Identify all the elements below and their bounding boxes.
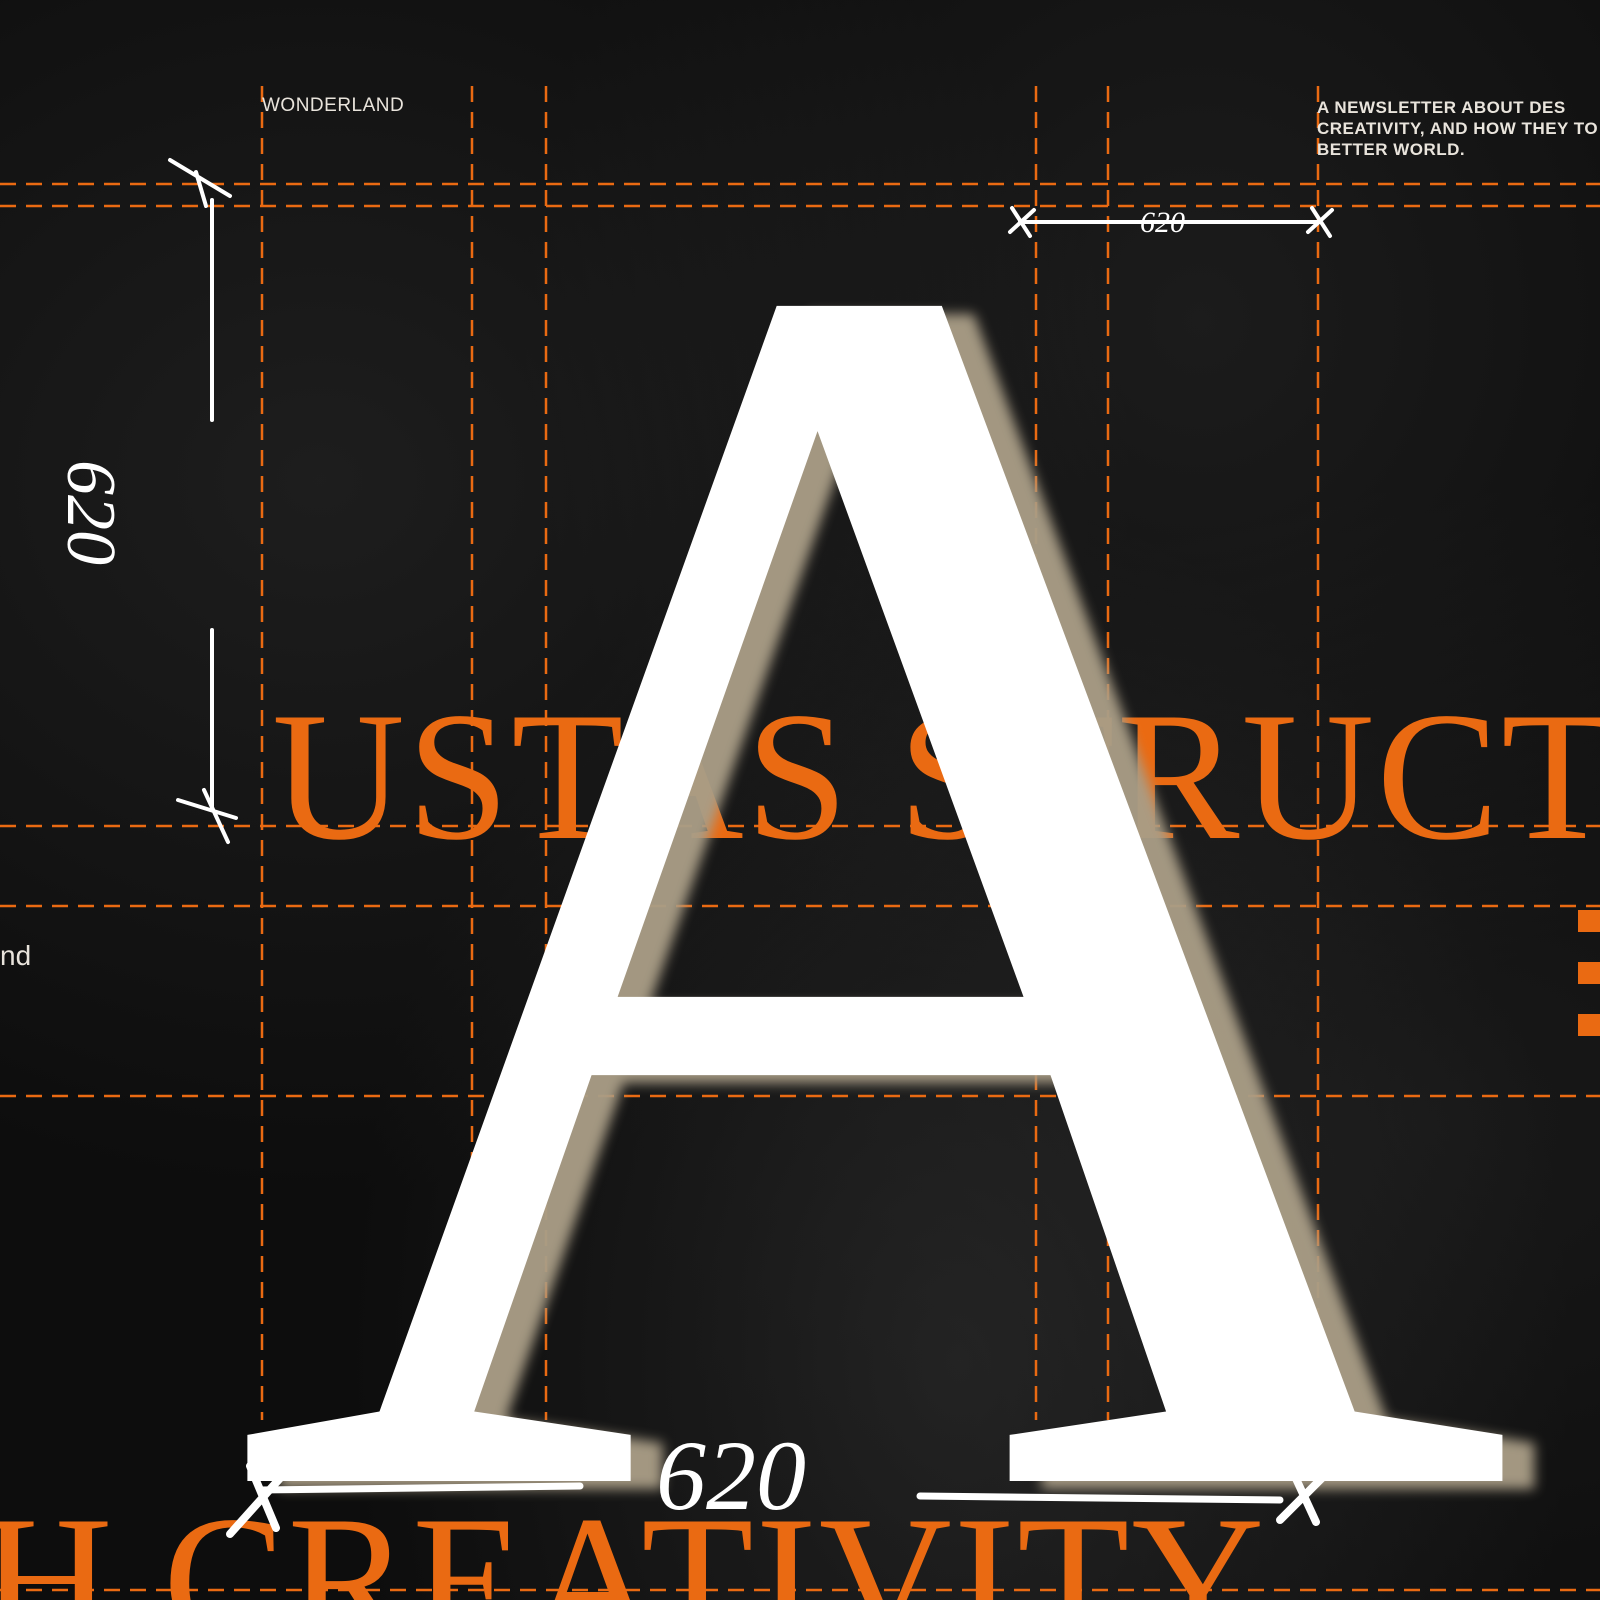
arrow-end-icon xyxy=(168,158,232,208)
arrow-end-icon xyxy=(176,788,238,844)
measure-line-bottom xyxy=(256,1482,584,1494)
arrow-end-icon xyxy=(1276,1426,1374,1526)
measure-line-bottom xyxy=(916,1492,1284,1504)
arrow-end-icon xyxy=(226,1452,304,1538)
measure-label-top: 620 xyxy=(1140,206,1185,239)
measurement-marks xyxy=(168,158,1374,1538)
measure-label-bottom: 620 xyxy=(656,1420,806,1531)
measure-label-left: 620 xyxy=(52,460,129,565)
poster-canvas: WONDERLAND A NEWSLETTER ABOUT DES CREATI… xyxy=(0,0,1600,1600)
